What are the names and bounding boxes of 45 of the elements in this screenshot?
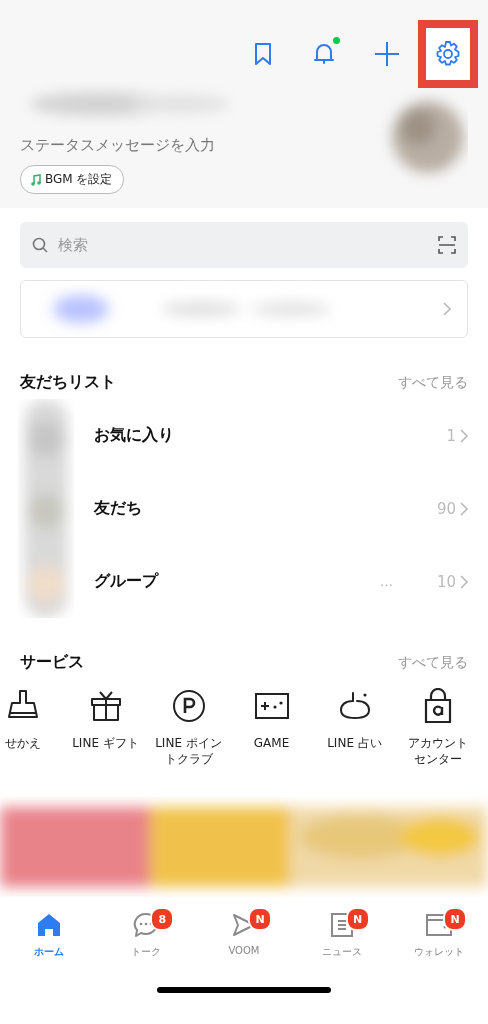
news-icon [328,911,355,939]
bgm-button[interactable]: BGM を設定 [20,165,124,194]
notification-dot [333,37,340,44]
chevron-right-icon [443,302,451,316]
notification-badge: 8 [150,907,175,931]
friend-list-row[interactable]: グループ … 10 [94,545,468,618]
search-bar[interactable]: 検索 [20,222,468,268]
notification-badge: N [248,907,272,931]
notification-badge: N [443,907,468,931]
music-note-icon [31,173,41,186]
tab[interactable]: ホーム [8,911,89,959]
points-icon [171,689,206,723]
chevron-right-icon [460,501,468,516]
search-icon [32,237,48,253]
service-item[interactable]: GAME [230,687,313,767]
row-count: 90 [436,499,456,518]
padlock-icon [422,688,453,724]
service-item[interactable]: アカウントセンター [396,687,479,767]
scan-icon[interactable] [438,236,456,254]
service-item[interactable]: せかえ [0,687,64,767]
service-item[interactable]: LINE ポイントクラブ [147,687,230,767]
service-item[interactable]: LINE 占い [313,687,396,767]
status-message[interactable]: ステータスメッセージを入力 [20,136,280,155]
home-icon [35,911,62,939]
row-label: お気に入り [94,425,174,446]
search-field[interactable]: 検索 [56,235,430,255]
row-count: 1 [446,426,456,445]
row-count: 10 [436,572,456,591]
row-label: 友だち [94,498,142,519]
section-title: サービス [20,652,84,673]
bell-icon [312,41,336,67]
chevron-right-icon [460,428,468,443]
settings-icon [434,40,462,68]
notification-badge: N [345,907,370,931]
chevron-right-icon [460,574,468,589]
friend-list-row[interactable]: 友だち 90 [94,472,468,545]
gift-icon [88,689,123,723]
service-item[interactable]: LINE ギフト [64,687,147,767]
plus-icon [374,41,400,67]
section-title: 友だちリスト [20,372,116,393]
gamepad-icon [253,691,290,721]
row-label: グループ [94,571,158,592]
bookmark-icon [252,42,274,66]
preview-ellipsis: … [379,574,393,589]
friend-list-row[interactable]: お気に入り 1 [94,399,468,472]
